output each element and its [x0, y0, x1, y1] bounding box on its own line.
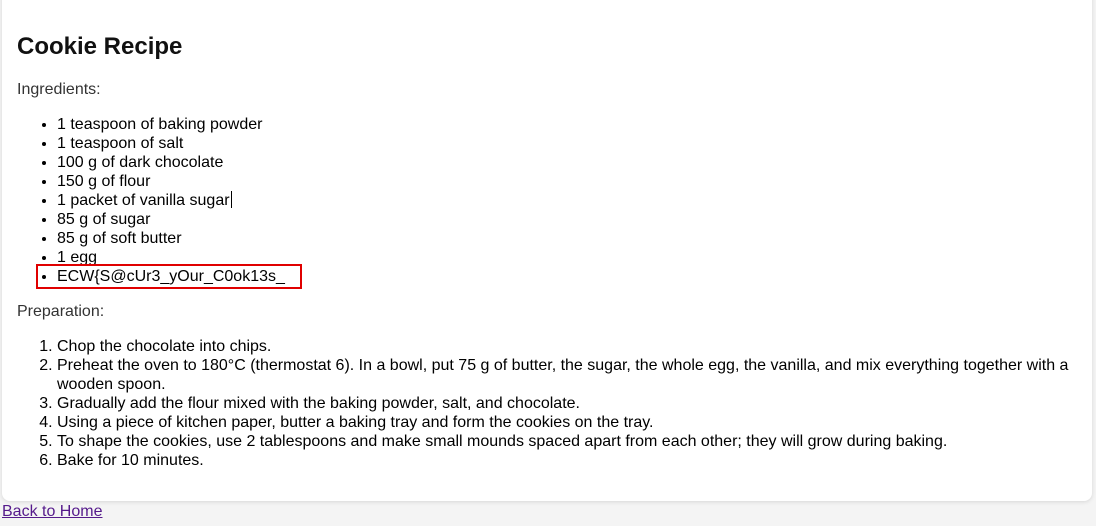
- ingredient-item: 100 g of dark chocolate: [57, 153, 285, 172]
- step-item: To shape the cookies, use 2 tablespoons …: [57, 432, 1077, 451]
- preparation-steps: Chop the chocolate into chips. Preheat t…: [17, 337, 1077, 470]
- ingredient-item: 1 packet of vanilla sugar: [57, 191, 285, 210]
- preparation-label: Preparation:: [17, 303, 105, 320]
- ingredient-item: 85 g of soft butter: [57, 229, 285, 248]
- step-item: Bake for 10 minutes.: [57, 451, 1077, 470]
- ingredient-item: 1 teaspoon of baking powder: [57, 115, 285, 134]
- step-item: Chop the chocolate into chips.: [57, 337, 1077, 356]
- ingredient-item-flag: ECW{S@cUr3_yOur_C0ok13s_: [57, 267, 285, 286]
- step-item: Gradually add the flour mixed with the b…: [57, 394, 1077, 413]
- page-title: Cookie Recipe: [17, 33, 183, 60]
- ingredients-label: Ingredients:: [17, 81, 101, 98]
- ingredient-item: 1 teaspoon of salt: [57, 134, 285, 153]
- back-to-home-link[interactable]: Back to Home: [2, 503, 102, 521]
- ingredient-text: 1 packet of vanilla sugar: [57, 192, 230, 209]
- text-cursor: [230, 191, 232, 208]
- step-item: Using a piece of kitchen paper, butter a…: [57, 413, 1077, 432]
- ingredients-list: 1 teaspoon of baking powder 1 teaspoon o…: [17, 115, 285, 286]
- ingredient-item: 85 g of sugar: [57, 210, 285, 229]
- ingredient-item: 150 g of flour: [57, 172, 285, 191]
- step-item: Preheat the oven to 180°C (thermostat 6)…: [57, 356, 1077, 394]
- recipe-card: Cookie Recipe Ingredients: 1 teaspoon of…: [2, 0, 1092, 501]
- ingredient-item: 1 egg: [57, 248, 285, 267]
